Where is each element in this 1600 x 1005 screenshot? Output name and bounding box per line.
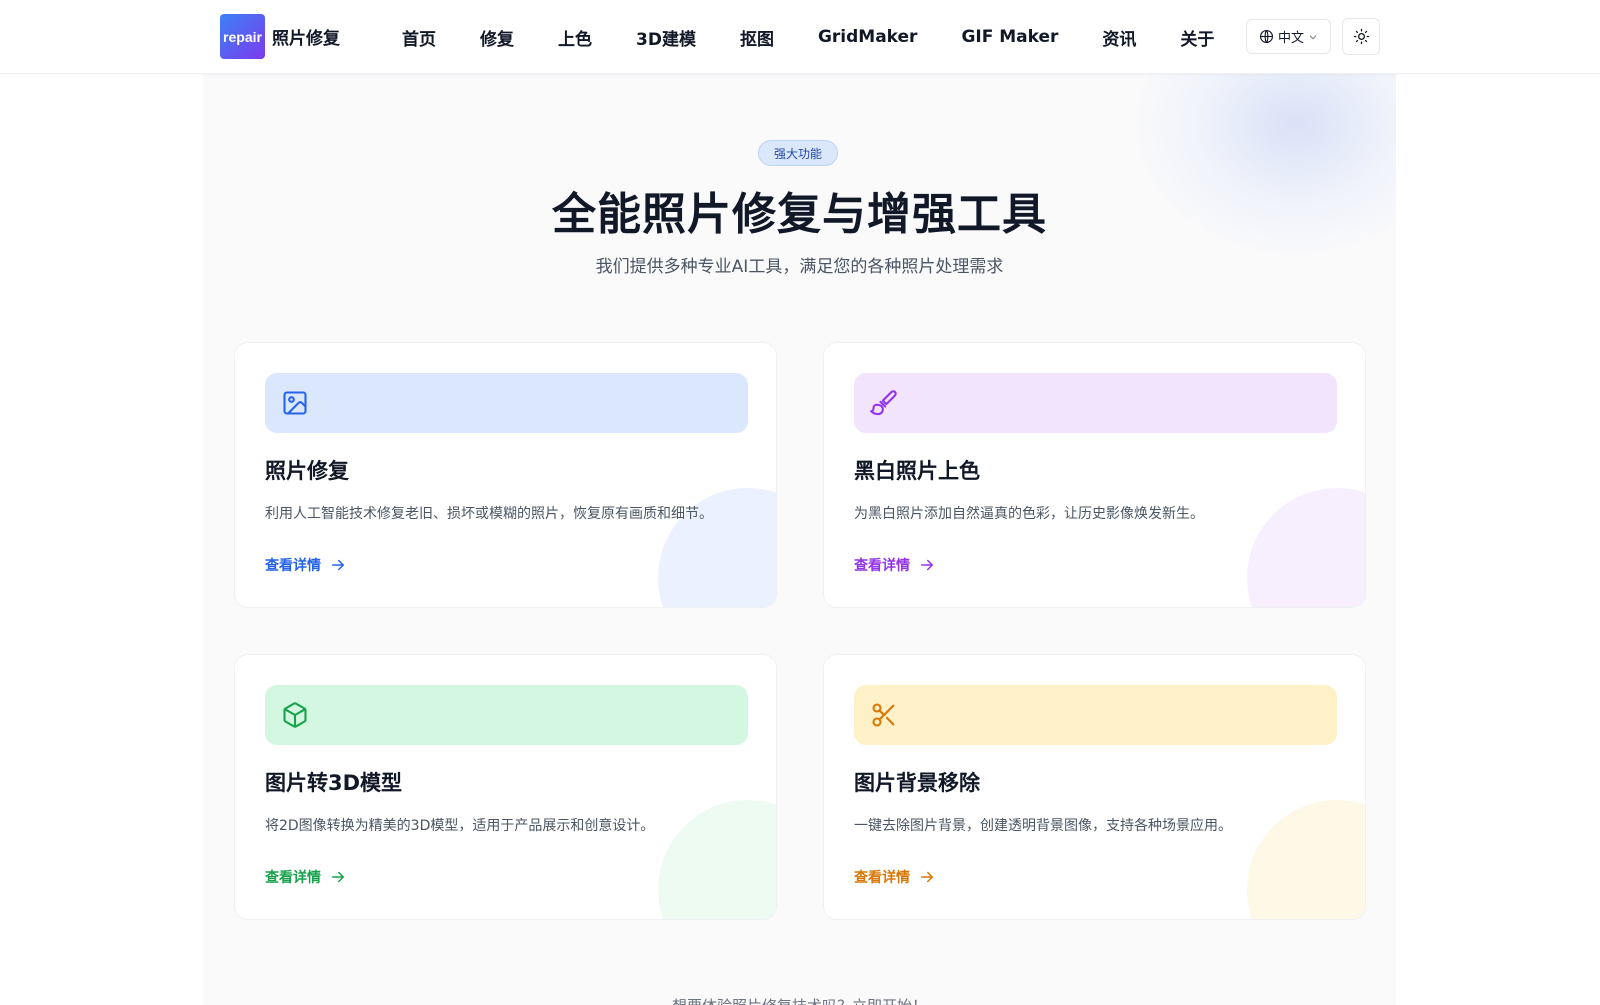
- view-details-link[interactable]: 查看详情: [854, 867, 936, 887]
- view-details-label: 查看详情: [854, 558, 910, 574]
- feature-banner: [854, 685, 1337, 745]
- top-navbar: repair 照片修复 首页 修复 上色 3D建模 抠图 GridMaker G…: [0, 0, 1600, 74]
- arrow-right-icon: [921, 559, 933, 571]
- view-details-label: 查看详情: [265, 870, 321, 886]
- view-details-link[interactable]: 查看详情: [265, 555, 347, 575]
- decorative-circle: [1247, 800, 1365, 919]
- nav-item-gif-maker[interactable]: GIF Maker: [939, 27, 1080, 47]
- feature-card-colorize[interactable]: 黑白照片上色 为黑白照片添加自然逼真的色彩，让历史影像焕发新生。 查看详情: [823, 342, 1366, 608]
- features-section: 强大功能 全能照片修复与增强工具 我们提供多种专业AI工具，满足您的各种照片处理…: [203, 74, 1396, 1005]
- theme-toggle-button[interactable]: [1342, 18, 1380, 55]
- call-to-action-text: 想要体验照片修复技术吗？立即开始！: [203, 995, 1396, 1005]
- sun-icon: [1353, 28, 1369, 45]
- feature-banner: [854, 373, 1337, 433]
- nav-item-home[interactable]: 首页: [380, 25, 458, 50]
- nav-item-gridmaker[interactable]: GridMaker: [796, 27, 940, 47]
- decorative-circle: [1247, 488, 1365, 607]
- decorative-circle: [658, 800, 776, 919]
- section-badge: 强大功能: [758, 140, 839, 166]
- nav-item-about[interactable]: 关于: [1158, 25, 1236, 50]
- page-subtitle: 我们提供多种专业AI工具，满足您的各种照片处理需求: [595, 257, 1004, 277]
- feature-title: 图片背景移除: [854, 771, 980, 795]
- feature-title: 照片修复: [265, 459, 349, 483]
- feature-banner: [265, 373, 748, 433]
- view-details-link[interactable]: 查看详情: [854, 555, 936, 575]
- feature-card-background-removal[interactable]: 图片背景移除 一键去除图片背景，创建透明背景图像，支持各种场景应用。 查看详情: [823, 654, 1366, 920]
- nav-item-colorize[interactable]: 上色: [536, 25, 614, 50]
- feature-description: 一键去除图片背景，创建透明背景图像，支持各种场景应用。: [854, 818, 1232, 834]
- view-details-label: 查看详情: [854, 870, 910, 886]
- nav-item-cutout[interactable]: 抠图: [718, 25, 796, 50]
- language-selector[interactable]: 中文: [1246, 19, 1331, 54]
- feature-card-3d-model[interactable]: 图片转3D模型 将2D图像转换为精美的3D模型，适用于产品展示和创意设计。 查看…: [234, 654, 777, 920]
- feature-card-photo-repair[interactable]: 照片修复 利用人工智能技术修复老旧、损坏或模糊的照片，恢复原有画质和细节。 查看…: [234, 342, 777, 608]
- nav-item-3d-modeling[interactable]: 3D建模: [614, 25, 718, 50]
- arrow-right-icon: [332, 559, 344, 571]
- main-nav: 首页 修复 上色 3D建模 抠图 GridMaker GIF Maker 资讯 …: [380, 0, 1236, 74]
- arrow-right-icon: [332, 871, 344, 883]
- logo-text: repair: [223, 28, 262, 45]
- language-label: 中文: [1277, 31, 1304, 46]
- paintbrush-icon: [870, 390, 897, 416]
- feature-banner: [265, 685, 748, 745]
- nav-item-repair[interactable]: 修复: [458, 25, 536, 50]
- chevron-down-icon: [1309, 34, 1317, 39]
- feature-description: 利用人工智能技术修复老旧、损坏或模糊的照片，恢复原有画质和细节。: [265, 506, 713, 522]
- nav-item-news[interactable]: 资讯: [1080, 25, 1158, 50]
- feature-title: 图片转3D模型: [265, 771, 403, 795]
- image-icon: [283, 391, 307, 415]
- view-details-link[interactable]: 查看详情: [265, 867, 347, 887]
- scissors-icon: [872, 703, 895, 727]
- page-title: 全能照片修复与增强工具: [552, 189, 1047, 240]
- feature-title: 黑白照片上色: [854, 459, 980, 483]
- globe-icon: [1259, 30, 1273, 43]
- brand-name[interactable]: 照片修复: [272, 24, 340, 49]
- cube-icon: [283, 702, 307, 728]
- logo[interactable]: repair: [220, 14, 265, 59]
- arrow-right-icon: [921, 871, 933, 883]
- view-details-label: 查看详情: [265, 558, 321, 574]
- feature-description: 为黑白照片添加自然逼真的色彩，让历史影像焕发新生。: [854, 506, 1204, 522]
- feature-description: 将2D图像转换为精美的3D模型，适用于产品展示和创意设计。: [265, 818, 655, 834]
